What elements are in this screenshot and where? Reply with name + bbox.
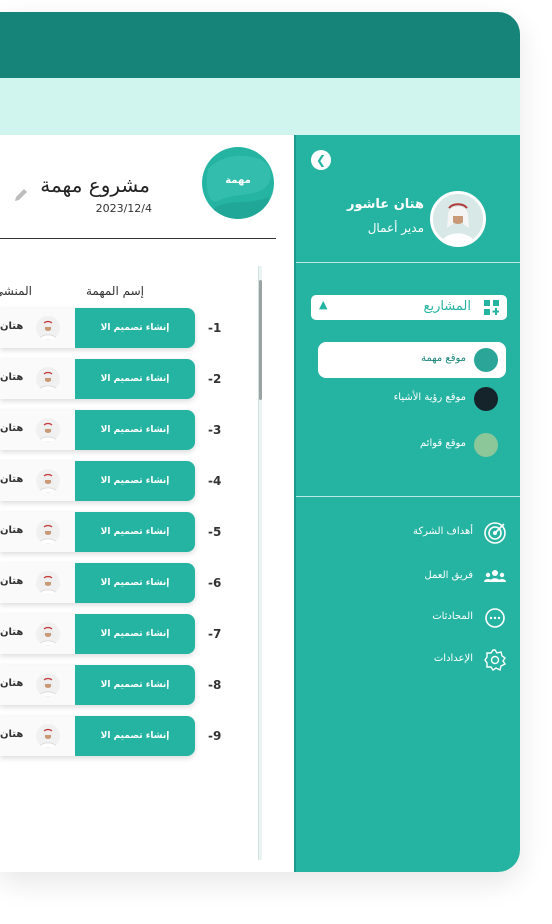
projects-grid-icon	[484, 300, 499, 315]
user-name: هتان عاشور	[346, 197, 424, 212]
row-number: -9	[208, 729, 222, 743]
task-name-cell[interactable]: إنشاء تصميم الا	[75, 563, 195, 603]
sidebar-project-item[interactable]: موقع رؤية الأشياء	[318, 381, 506, 417]
project-label: موقع قوائم	[420, 438, 466, 449]
row-number: -3	[208, 423, 222, 437]
nav-label: المحادثات	[432, 611, 473, 622]
projects-label: المشاريع	[423, 299, 471, 314]
project-badge: مهمة	[202, 147, 274, 219]
owner-name: هتان	[0, 729, 24, 740]
owner-name: هتان	[0, 321, 24, 332]
task-name-cell[interactable]: إنشاء تصميم الا	[75, 665, 195, 705]
sub-bar	[0, 78, 520, 135]
chevron-up-icon: ▲	[319, 298, 328, 311]
task-name-cell[interactable]: إنشاء تصميم الا	[75, 308, 195, 348]
person-avatar-icon	[38, 575, 58, 595]
owner-avatar	[36, 673, 60, 697]
row-number: -1	[208, 321, 222, 335]
task-name-cell[interactable]: إنشاء تصميم الا	[75, 410, 195, 450]
sidebar-project-item[interactable]: موقع قوائم	[318, 427, 506, 463]
owner-avatar	[36, 724, 60, 748]
owner-avatar	[36, 367, 60, 391]
owner-name: هتان	[0, 474, 24, 485]
owner-avatar	[36, 571, 60, 595]
table-row[interactable]: هتان إنشاء تصميم الا	[0, 614, 195, 654]
project-badge-label: مهمة	[225, 175, 251, 186]
target-icon	[483, 521, 507, 545]
sidebar-nav-item[interactable]: فريق العمل	[311, 562, 507, 592]
owner-name: هتان	[0, 423, 24, 434]
collapse-sidebar-button[interactable]: ❮	[311, 150, 331, 170]
table-row[interactable]: هتان إنشاء تصميم الا	[0, 716, 195, 756]
project-thumbnail	[474, 387, 498, 411]
table-row[interactable]: هتان إنشاء تصميم الا	[0, 563, 195, 603]
owner-name: هتان	[0, 678, 24, 689]
task-name-cell[interactable]: إنشاء تصميم الا	[75, 512, 195, 552]
owner-name: هتان	[0, 525, 24, 536]
project-label: موقع مهمة	[421, 353, 466, 364]
sidebar-nav-item[interactable]: الإعدادات	[311, 645, 507, 675]
row-number: -4	[208, 474, 222, 488]
task-name-cell[interactable]: إنشاء تصميم الا	[75, 716, 195, 756]
top-bar	[0, 12, 520, 78]
task-name-cell[interactable]: إنشاء تصميم الا	[75, 461, 195, 501]
person-avatar-icon	[38, 677, 58, 697]
app-window: مهمة مشروع مهمة 2023/12/4 إسم المهمة الم…	[0, 12, 520, 872]
table-row[interactable]: هتان إنشاء تصميم الا	[0, 512, 195, 552]
project-thumbnail	[474, 348, 498, 372]
row-number: -2	[208, 372, 222, 386]
user-avatar	[430, 191, 486, 247]
owner-avatar	[36, 520, 60, 544]
sidebar-nav-item[interactable]: أهداف الشركة	[311, 518, 507, 548]
owner-avatar	[36, 316, 60, 340]
page-title: مشروع مهمة	[40, 173, 150, 197]
project-label: موقع رؤية الأشياء	[393, 392, 466, 403]
person-avatar-icon	[38, 626, 58, 646]
nav-label: فريق العمل	[424, 570, 473, 581]
owner-name: هتان	[0, 576, 24, 587]
settings-icon	[483, 648, 507, 672]
sidebar-project-item[interactable]: موقع مهمة	[318, 342, 506, 378]
sidebar: ❮ هتان عاشور مدير أعمال ▲ المشاريع موقع …	[294, 135, 520, 872]
user-role: مدير أعمال	[367, 221, 424, 235]
owner-name: هتان	[0, 372, 24, 383]
row-number: -5	[208, 525, 222, 539]
owner-avatar	[36, 622, 60, 646]
owner-avatar	[36, 418, 60, 442]
task-name-cell[interactable]: إنشاء تصميم الا	[75, 614, 195, 654]
person-avatar-icon	[38, 422, 58, 442]
sidebar-nav-item[interactable]: المحادثات	[311, 603, 507, 633]
sidebar-divider-bottom	[296, 496, 520, 497]
person-avatar-icon	[38, 728, 58, 748]
row-number: -6	[208, 576, 222, 590]
owner-avatar	[36, 469, 60, 493]
chat-icon	[483, 606, 507, 630]
team-icon	[483, 565, 507, 589]
person-avatar-icon	[38, 473, 58, 493]
header-divider	[0, 238, 276, 239]
row-number: -7	[208, 627, 222, 641]
table-row[interactable]: هتان إنشاء تصميم الا	[0, 665, 195, 705]
owner-name: هتان	[0, 627, 24, 638]
project-date: 2023/12/4	[95, 202, 152, 215]
column-header-task: إسم المهمة	[85, 284, 144, 298]
person-avatar-icon	[433, 194, 483, 244]
table-row[interactable]: هتان إنشاء تصميم الا	[0, 359, 195, 399]
sidebar-divider-top	[296, 262, 520, 263]
column-header-owner: المنشئ	[0, 284, 32, 298]
person-avatar-icon	[38, 320, 58, 340]
nav-label: أهداف الشركة	[412, 526, 473, 537]
nav-label: الإعدادات	[433, 653, 473, 664]
scrollbar-thumb[interactable]	[259, 280, 262, 400]
table-row[interactable]: هتان إنشاء تصميم الا	[0, 461, 195, 501]
edit-icon[interactable]	[12, 186, 30, 204]
table-row[interactable]: هتان إنشاء تصميم الا	[0, 308, 195, 348]
projects-dropdown[interactable]: ▲ المشاريع	[311, 295, 507, 320]
task-name-cell[interactable]: إنشاء تصميم الا	[75, 359, 195, 399]
person-avatar-icon	[38, 524, 58, 544]
project-thumbnail	[474, 433, 498, 457]
table-row[interactable]: هتان إنشاء تصميم الا	[0, 410, 195, 450]
row-number: -8	[208, 678, 222, 692]
person-avatar-icon	[38, 371, 58, 391]
